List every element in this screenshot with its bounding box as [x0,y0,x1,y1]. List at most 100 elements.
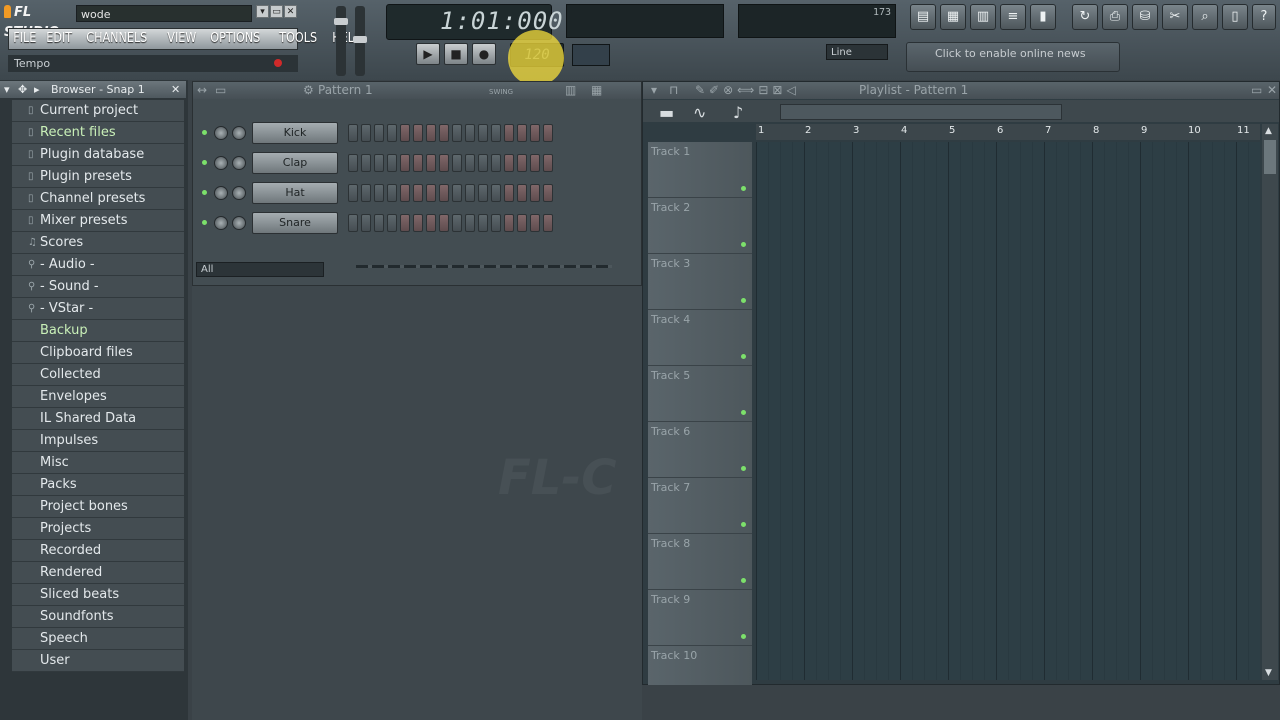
browser-item-impulses[interactable]: Impulses [12,430,184,452]
step[interactable] [452,154,462,172]
track-led[interactable] [741,578,746,583]
step[interactable] [478,124,488,142]
step[interactable] [504,124,514,142]
step[interactable] [413,214,423,232]
step[interactable] [439,124,449,142]
playlist-grid[interactable] [756,142,1260,680]
scroll-thumb[interactable] [1264,140,1276,174]
master-volume-slider[interactable] [334,6,348,76]
graph-editor-icon[interactable]: ▥ [565,82,576,99]
step[interactable] [413,154,423,172]
menu-view[interactable]: VIEW [163,29,201,49]
browser-item-user[interactable]: User [12,650,184,672]
piano-roll-icon[interactable]: ▥ [970,4,996,30]
channel-led[interactable] [202,160,207,165]
step[interactable] [387,184,397,202]
step[interactable] [491,214,501,232]
step[interactable] [491,154,501,172]
channel-led[interactable] [202,190,207,195]
step[interactable] [543,124,553,142]
browser-item-recent-files[interactable]: ▯ Recent files [12,122,184,144]
browser-item-collected[interactable]: Collected [12,364,184,386]
step[interactable] [426,124,436,142]
browser-item-packs[interactable]: Packs [12,474,184,496]
step[interactable] [478,154,488,172]
volume-handle[interactable] [334,18,348,25]
gear-icon[interactable]: ⚙ [303,82,314,99]
step[interactable] [348,154,358,172]
track-led[interactable] [741,354,746,359]
track-led[interactable] [741,466,746,471]
step[interactable] [439,154,449,172]
browser-item-il-shared-data[interactable]: IL Shared Data [12,408,184,430]
step[interactable] [504,154,514,172]
browser-item-channel-presets[interactable]: ▯ Channel presets [12,188,184,210]
step[interactable] [452,214,462,232]
step[interactable] [400,154,410,172]
restore-window-icon[interactable]: ▭ [270,5,283,18]
menu-arrow-icon[interactable]: ▾ [256,5,269,18]
step[interactable] [478,214,488,232]
step[interactable] [491,124,501,142]
track-header[interactable]: Track 8 [648,534,752,590]
close-icon[interactable]: ✕ [171,81,180,98]
song-name-field[interactable]: wode [76,5,252,22]
browser-item-soundfonts[interactable]: Soundfonts [12,606,184,628]
browser-item-scores[interactable]: ♫ Scores [12,232,184,254]
maximize-icon[interactable]: ▭ [1251,82,1262,99]
minimize-icon[interactable]: ▭ [215,82,226,99]
step[interactable] [387,154,397,172]
browser-item-envelopes[interactable]: Envelopes [12,386,184,408]
vertical-scrollbar[interactable]: ▲ ▼ [1262,124,1278,680]
step[interactable] [465,124,475,142]
close-window-icon[interactable]: ✕ [284,5,297,18]
mixer-window-icon[interactable]: ▮ [1030,4,1056,30]
record-button[interactable]: ● [472,43,496,65]
step[interactable] [465,214,475,232]
track-led[interactable] [741,186,746,191]
browser-item-sound[interactable]: ⚲ - Sound - [12,276,184,298]
menu-edit[interactable]: EDIT [42,29,76,49]
step[interactable] [530,214,540,232]
step[interactable] [426,214,436,232]
save-icon[interactable]: ⎙ [1102,4,1128,30]
browser-item-recorded[interactable]: Recorded [12,540,184,562]
step[interactable] [374,184,384,202]
browser-item-projects[interactable]: Projects [12,518,184,540]
snap-select[interactable]: Line [826,44,888,60]
track-header[interactable]: Track 10 [648,646,752,686]
volume-knob[interactable] [232,186,246,200]
step[interactable] [491,184,501,202]
render-icon[interactable]: ⛁ [1132,4,1158,30]
playlist-timeline[interactable]: 1 2 3 4 5 6 7 8 9 10 11 [756,124,1260,140]
menu-file[interactable]: FILE [9,29,41,49]
channel-filter-select[interactable]: All [196,262,324,277]
browser-item-misc[interactable]: Misc [12,452,184,474]
step[interactable] [348,214,358,232]
options-icon[interactable]: ▸ [34,81,40,98]
step[interactable] [348,184,358,202]
step[interactable] [452,124,462,142]
browser-item-speech[interactable]: Speech [12,628,184,650]
step[interactable] [374,154,384,172]
browser-item-mixer-presets[interactable]: ▯ Mixer presets [12,210,184,232]
menu-options[interactable]: OPTIONS [206,29,265,49]
step[interactable] [543,154,553,172]
pattern-picker-icon[interactable]: ▬ [659,103,674,122]
stop-button[interactable]: ■ [444,43,468,65]
browser-item-clipboard-files[interactable]: Clipboard files [12,342,184,364]
track-led[interactable] [741,298,746,303]
browser-item-backup[interactable]: Backup [12,320,184,342]
step[interactable] [439,184,449,202]
channel-button-hat[interactable]: Hat [252,182,338,204]
note-icon[interactable]: ♪ [733,103,743,122]
channel-led[interactable] [202,130,207,135]
channel-button-clap[interactable]: Clap [252,152,338,174]
step[interactable] [504,214,514,232]
help-icon[interactable]: ? [1252,4,1276,30]
volume-knob[interactable] [232,126,246,140]
step[interactable] [361,154,371,172]
step[interactable] [439,214,449,232]
browser-item-rendered[interactable]: Rendered [12,562,184,584]
search-icon[interactable]: ⌕ [1192,4,1218,30]
